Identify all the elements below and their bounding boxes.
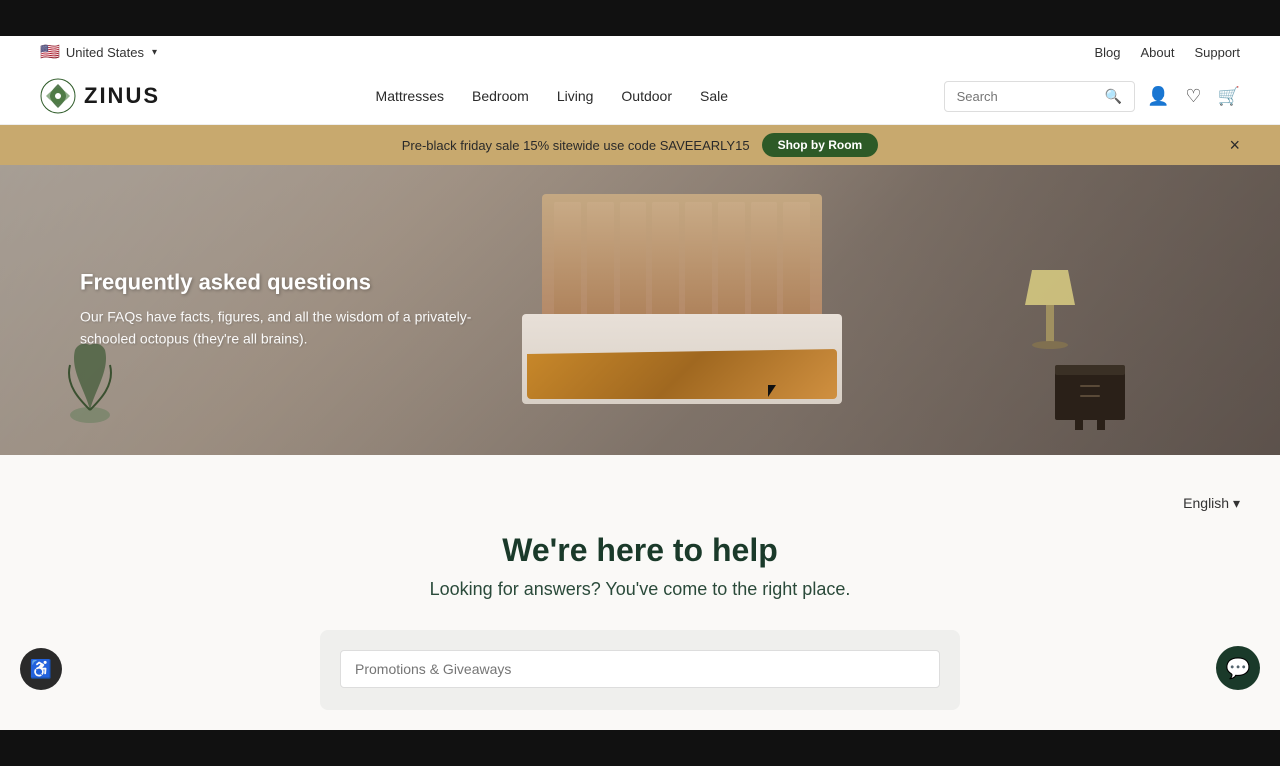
nightstand [1050,350,1130,435]
language-label: English [1183,495,1229,511]
promo-banner: Pre-black friday sale 15% sitewide use c… [0,125,1280,165]
logo-text: ZINUS [84,83,160,109]
nav-outdoor[interactable]: Outdoor [621,88,672,104]
wishlist-icon[interactable]: ♡ [1185,86,1201,107]
search-box[interactable]: 🔍 [944,81,1135,112]
faq-subheading: Looking for answers? You've come to the … [40,579,1240,600]
hero-content: Frequently asked questions Our FAQs have… [80,270,500,351]
promo-close-button[interactable]: × [1229,136,1240,154]
nav-mattresses[interactable]: Mattresses [376,88,444,104]
hero-title: Frequently asked questions [80,270,500,296]
nav-icons: 👤 ♡ 🛒 [1147,86,1240,107]
faq-section: English ▾ We're here to help Looking for… [0,455,1280,730]
logo-icon [40,78,76,114]
faq-heading: We're here to help [40,532,1240,569]
search-icon: 🔍 [1105,88,1122,105]
account-icon[interactable]: 👤 [1147,86,1169,107]
promo-text: Pre-black friday sale 15% sitewide use c… [402,138,750,153]
flag-icon: 🇺🇸 [40,42,60,62]
nav-links: Mattresses Bedroom Living Outdoor Sale [376,88,729,104]
utility-links: Blog About Support [1094,45,1240,60]
main-nav: ZINUS Mattresses Bedroom Living Outdoor … [0,68,1280,125]
logo-link[interactable]: ZINUS [40,78,160,114]
faq-search-input[interactable] [340,650,940,688]
top-black-bar [0,0,1280,36]
shop-by-room-button[interactable]: Shop by Room [762,133,879,157]
hero-bed-illustration [472,194,892,454]
support-link[interactable]: Support [1194,45,1240,60]
nav-living[interactable]: Living [557,88,594,104]
accessibility-button[interactable]: ♿ [20,648,62,690]
nav-bedroom[interactable]: Bedroom [472,88,529,104]
search-input[interactable] [957,89,1097,104]
chat-button[interactable]: 💬 [1216,646,1260,690]
hero-description: Our FAQs have facts, figures, and all th… [80,306,500,351]
chat-icon: 💬 [1226,656,1251,681]
cart-icon[interactable]: 🛒 [1218,86,1240,107]
bottom-black-bar [0,730,1280,766]
country-selector[interactable]: 🇺🇸 United States ▾ [40,42,157,62]
chevron-down-icon: ▾ [152,47,157,58]
language-selector-area: English ▾ [40,495,1240,512]
language-selector[interactable]: English ▾ [1183,495,1240,512]
blanket [527,349,837,399]
blog-link[interactable]: Blog [1094,45,1120,60]
nav-search-area: 🔍 👤 ♡ 🛒 [944,81,1240,112]
hero-section: Frequently asked questions Our FAQs have… [0,165,1280,455]
country-label: United States [66,45,144,60]
about-link[interactable]: About [1140,45,1174,60]
dropdown-icon: ▾ [1233,495,1240,511]
nav-sale[interactable]: Sale [700,88,728,104]
accessibility-icon: ♿ [30,659,52,680]
faq-hero-text: We're here to help Looking for answers? … [40,532,1240,600]
utility-nav: 🇺🇸 United States ▾ Blog About Support [0,36,1280,68]
faq-search-card [320,630,960,710]
